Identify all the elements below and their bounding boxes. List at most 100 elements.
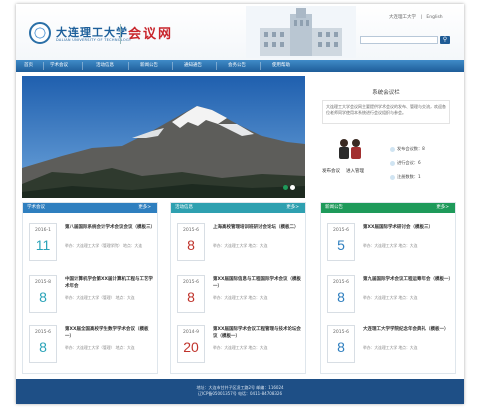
item-meta: 举办：大连理工大学（管理） 地点：大连 [65,345,135,350]
list-item[interactable]: 2014-9 20 第XX届国际学术会议工程管理与技术论坛会议（模板一） 举办：… [171,321,305,373]
date-day: 8 [337,289,345,305]
search-input[interactable] [360,36,438,44]
slide-dot-2[interactable] [290,185,295,190]
item-title[interactable]: 第XX届国际学术研讨会（模板三） [363,224,451,231]
main-nav: 首页 学术会议 活动信息 新闻公告 通知通告 会务公告 使用帮助 [16,60,464,72]
item-title[interactable]: 第九届国际学术会议工程运筹年会（模板一） [363,276,453,283]
list-item[interactable]: 2015-6 8 第XX届国际信息与工程国际学术会议（模板一） 举办：大连理工大… [171,271,305,323]
column-header: 学术会议 更多> [23,203,157,213]
stat-icon [390,160,395,166]
date-day: 8 [39,289,47,305]
stat-published: 发布会议数：8 [390,146,425,152]
date-box: 2015-6 8 [29,325,57,363]
nav-item-conferences[interactable]: 学术会议 [50,60,68,72]
nav-item-activities[interactable]: 活动信息 [96,60,114,72]
nav-divider [260,62,261,70]
column-header: 新闻公告 更多> [321,203,455,213]
item-meta: 举办：大连理工大学 地点：大连 [213,295,268,300]
item-title[interactable]: 第XX届国际学术会议工程管理与技术论坛会议（模板一） [213,326,301,340]
item-meta: 举办：大连理工大学 地点：大连 [363,345,418,350]
list-item[interactable]: 2016-1 11 第八届国际系统会计学术会议会议（模板三） 举办：大连理工大学… [23,219,157,271]
more-link[interactable]: 更多> [286,203,299,213]
stat-icon [390,146,395,152]
nav-item-help[interactable]: 使用帮助 [272,60,290,72]
more-link[interactable]: 更多> [138,203,151,213]
date-day: 20 [183,339,199,355]
list-item[interactable]: 2015-6 8 第XX届全国高校学生数学学术会议（模板一） 举办：大连理工大学… [23,321,157,373]
more-link[interactable]: 更多> [436,203,449,213]
magnifier-icon: ⚲ [442,36,448,43]
date-month: 2015-6 [333,330,349,335]
column-conferences: 学术会议 更多> 2016-1 11 第八届国际系统会计学术会议会议（模板三） … [22,202,158,374]
page-frame: 大连理工大学 DALIAN UNIVERSITY OF TECHNOLOGY 会… [16,4,464,404]
item-title[interactable]: 中国计算机学会第XX届计算机工程与工艺学术年会 [65,276,153,290]
site-footer: 地址：大连市甘井子区凌工路2号 邮编：116024 辽ICP备05001357号… [16,379,464,404]
list-item[interactable]: 2015-6 8 上海高校管理培训班研讨会论坛（模板二） 举办：大连理工大学 地… [171,219,305,271]
list-item[interactable]: 2015-6 5 第XX届国际学术研讨会（模板三） 举办：大连理工大学 地点：大… [321,219,455,271]
list-item[interactable]: 2015-6 8 第九届国际学术会议工程运筹年会（模板一） 举办：大连理工大学 … [321,271,455,323]
toplink-university[interactable]: 大连理工大学 [389,15,416,20]
publish-meeting-button[interactable]: 发布会议 [322,168,340,174]
university-seal-icon [29,22,51,44]
item-meta: 举办：大连理工大学 地点：大连 [213,243,268,248]
date-box: 2015-6 8 [327,325,355,363]
toplink-separator: | [420,15,422,20]
date-month: 2015-6 [333,228,349,233]
nav-item-news[interactable]: 新闻公告 [140,60,158,72]
date-box: 2015-6 5 [327,223,355,261]
list-item[interactable]: 2015-6 8 大连理工大学学院纪念年会典礼（模板一） 举办：大连理工大学 地… [321,321,455,373]
intro-panel: 系统会议栏 大连理工大学会议网主要提供学术会议的发布、管理与交流，欢迎各位老师同… [312,76,460,198]
campus-building-image [246,6,356,58]
list-item[interactable]: 2015-8 8 中国计算机学会第XX届计算机工程与工艺学术年会 举办：大连理工… [23,271,157,323]
date-box: 2014-9 20 [177,325,205,363]
nav-item-notices[interactable]: 通知通告 [184,60,202,72]
logo-divider [120,24,121,44]
date-day: 11 [35,237,51,253]
nav-divider [172,62,173,70]
intro-title: 系统会议栏 [372,90,400,96]
meeting-people-icon [339,139,361,159]
date-day: 8 [187,237,195,253]
date-day: 8 [337,339,345,355]
stat-published-text: 发布会议数：8 [397,146,425,151]
nav-item-meeting-notices[interactable]: 会务公告 [228,60,246,72]
stat-ongoing: 进行会议：6 [390,160,421,166]
stat-ongoing-text: 进行会议：6 [397,160,421,165]
date-month: 2015-6 [333,280,349,285]
toplink-english[interactable]: English [426,15,442,20]
item-meta: 举办：大连理工大学 地点：大连 [213,345,268,350]
stat-registered-text: 注册数数：1 [397,174,421,179]
banner-slideshow[interactable] [22,76,305,198]
date-month: 2015-6 [183,228,199,233]
site-name[interactable]: 会议网 [128,23,173,42]
date-day: 8 [187,289,195,305]
slide-indicator [281,185,295,192]
date-box: 2015-6 8 [327,275,355,313]
item-title[interactable]: 大连理工大学学院纪念年会典礼（模板一） [363,326,451,333]
top-links: 大连理工大学 | English [386,14,443,20]
nav-item-home[interactable]: 首页 [24,60,33,72]
item-title[interactable]: 第XX届全国高校学生数学学术会议（模板一） [65,326,153,340]
date-month: 2014-9 [183,330,199,335]
item-title[interactable]: 第八届国际系统会计学术会议会议（模板三） [65,224,155,231]
item-title[interactable]: 第XX届国际信息与工程国际学术会议（模板一） [213,276,301,290]
item-meta: 举办：大连理工大学 地点：大连 [363,243,418,248]
column-title: 新闻公告 [325,205,343,210]
stat-registered: 注册数数：1 [390,174,421,180]
item-title[interactable]: 上海高校管理培训班研讨会论坛（模板二） [213,224,301,231]
search-button[interactable]: ⚲ [440,36,450,44]
enter-admin-button[interactable]: 进入管理 [346,168,364,174]
site-header: 大连理工大学 DALIAN UNIVERSITY OF TECHNOLOGY 会… [16,4,464,60]
footer-contact: 辽ICP备05001357号 电话：0411-84708326 [198,391,282,396]
date-day: 8 [39,339,47,355]
column-header: 活动信息 更多> [171,203,305,213]
date-box: 2015-6 8 [177,223,205,261]
nav-divider [43,62,44,70]
nav-divider [216,62,217,70]
slide-dot-1[interactable] [283,185,288,190]
column-news: 新闻公告 更多> 2015-6 5 第XX届国际学术研讨会（模板三） 举办：大连… [320,202,456,374]
nav-divider [82,62,83,70]
date-day: 5 [337,237,345,253]
column-activities: 活动信息 更多> 2015-6 8 上海高校管理培训班研讨会论坛（模板二） 举办… [170,202,306,374]
column-title: 活动信息 [175,205,193,210]
